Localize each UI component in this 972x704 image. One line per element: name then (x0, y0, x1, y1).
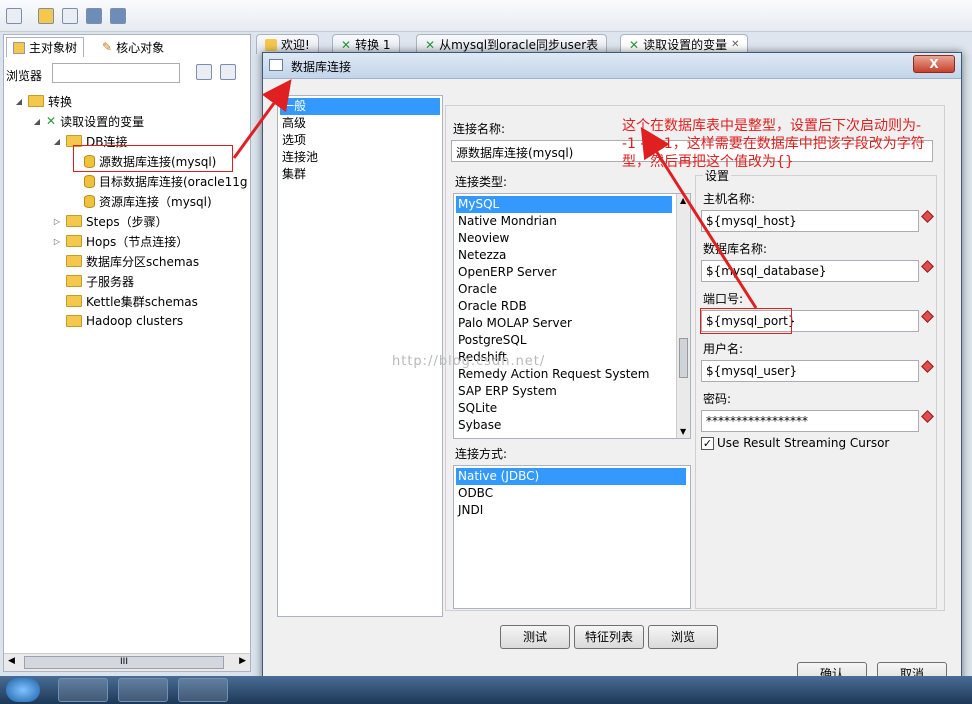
start-button-icon[interactable] (6, 678, 40, 702)
app-taskbar-icon[interactable] (118, 678, 168, 702)
windows-taskbar (0, 676, 972, 704)
arrow-to-dialog (232, 79, 292, 159)
arrow-to-note (640, 126, 758, 309)
annotation-arrows (232, 79, 758, 309)
explorer-taskbar-icon[interactable] (178, 678, 228, 702)
ie-taskbar-icon[interactable] (58, 678, 108, 702)
